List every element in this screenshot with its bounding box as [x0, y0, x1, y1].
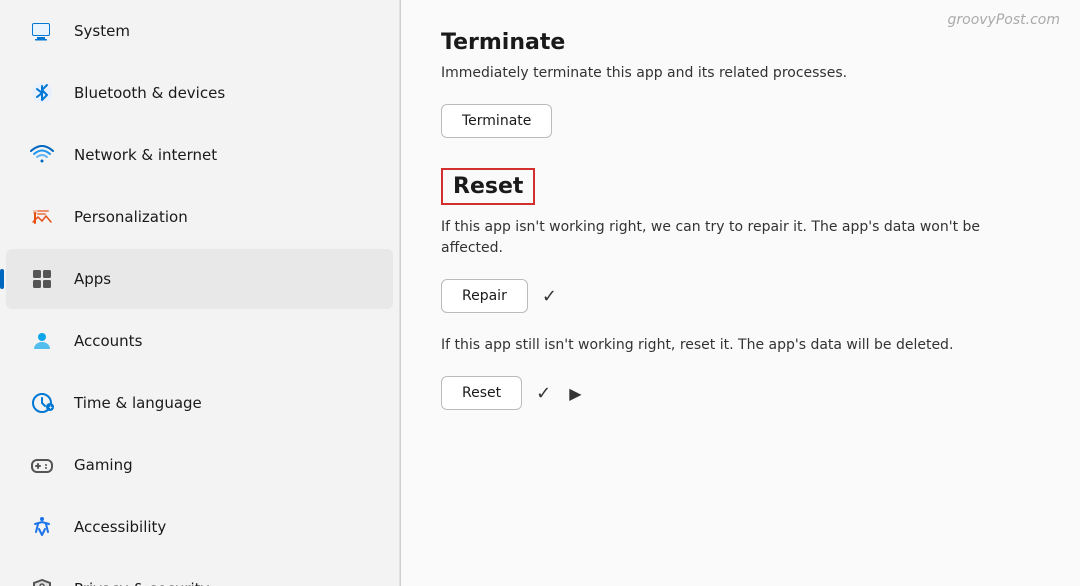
sidebar-item-network-label: Network & internet — [74, 146, 217, 164]
sidebar-item-system-label: System — [74, 22, 130, 40]
sidebar-item-privacy[interactable]: Privacy & security — [6, 559, 393, 586]
accessibility-icon — [26, 511, 58, 543]
sidebar-item-accounts-label: Accounts — [74, 332, 142, 350]
sidebar-item-network[interactable]: Network & internet — [6, 125, 393, 185]
terminate-desc: Immediately terminate this app and its r… — [441, 63, 1040, 84]
repair-desc: If this app isn't working right, we can … — [441, 217, 1040, 259]
system-icon — [26, 15, 58, 47]
time-icon: + — [26, 387, 58, 419]
reset-section: Reset If this app isn't working right, w… — [441, 168, 1040, 410]
svg-text:+: + — [49, 405, 53, 411]
sidebar-item-apps[interactable]: Apps — [6, 249, 393, 309]
personalization-icon — [26, 201, 58, 233]
apps-icon — [26, 263, 58, 295]
sidebar-item-apps-label: Apps — [74, 270, 111, 288]
network-icon — [26, 139, 58, 171]
reset-title-box: Reset — [441, 168, 535, 205]
terminate-section: Terminate Immediately terminate this app… — [441, 30, 1040, 168]
reset-title: Reset — [453, 174, 523, 199]
sidebar-item-bluetooth[interactable]: Bluetooth & devices — [6, 63, 393, 123]
repair-button[interactable]: Repair — [441, 279, 528, 313]
bluetooth-icon — [26, 77, 58, 109]
sidebar-item-personalization[interactable]: Personalization — [6, 187, 393, 247]
terminate-title: Terminate — [441, 30, 1040, 55]
privacy-icon — [26, 573, 58, 586]
reset-button[interactable]: Reset — [441, 376, 522, 410]
main-content: groovyPost.com Terminate Immediately ter… — [401, 0, 1080, 586]
cursor-icon: ▶︎ — [569, 384, 581, 403]
reset-checkmark: ✓ — [536, 383, 551, 404]
sidebar: System Bluetooth & devices Network & int… — [0, 0, 400, 586]
sidebar-item-system[interactable]: System — [6, 1, 393, 61]
sidebar-item-accounts[interactable]: Accounts — [6, 311, 393, 371]
sidebar-item-bluetooth-label: Bluetooth & devices — [74, 84, 225, 102]
watermark: groovyPost.com — [948, 12, 1061, 28]
accounts-icon — [26, 325, 58, 357]
sidebar-item-accessibility-label: Accessibility — [74, 518, 166, 536]
sidebar-item-time[interactable]: + Time & language — [6, 373, 393, 433]
repair-row: Repair ✓ — [441, 279, 1040, 313]
gaming-icon — [26, 449, 58, 481]
sidebar-item-time-label: Time & language — [74, 394, 202, 412]
sidebar-item-accessibility[interactable]: Accessibility — [6, 497, 393, 557]
terminate-button[interactable]: Terminate — [441, 104, 552, 138]
sidebar-item-privacy-label: Privacy & security — [74, 580, 209, 586]
sidebar-item-personalization-label: Personalization — [74, 208, 188, 226]
sidebar-item-gaming-label: Gaming — [74, 456, 133, 474]
repair-checkmark: ✓ — [542, 286, 557, 307]
reset-row: Reset ✓ ▶︎ — [441, 376, 1040, 410]
sidebar-item-gaming[interactable]: Gaming — [6, 435, 393, 495]
reset-desc: If this app still isn't working right, r… — [441, 335, 1040, 356]
